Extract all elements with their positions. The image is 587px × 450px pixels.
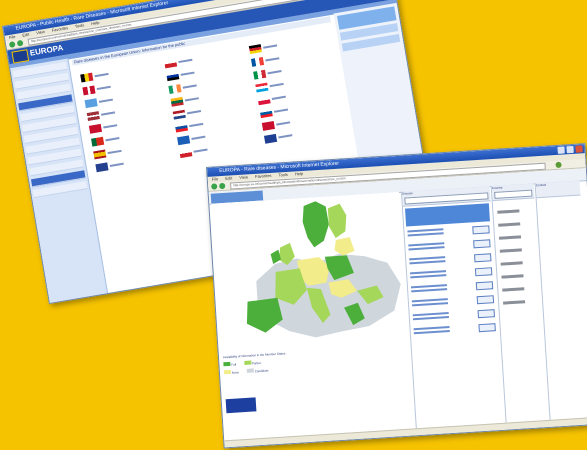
cell-value — [498, 235, 522, 240]
info-button[interactable] — [475, 281, 494, 291]
list-item[interactable] — [410, 267, 493, 282]
info-button[interactable] — [474, 267, 493, 277]
menu-file[interactable]: File — [212, 176, 219, 181]
europe-map[interactable] — [211, 191, 409, 352]
close-icon[interactable] — [575, 145, 583, 153]
cell-value — [503, 300, 526, 305]
disease-column: Disease — [400, 186, 506, 436]
list-item[interactable] — [412, 309, 495, 324]
legend-item: Full — [223, 361, 236, 368]
country-select[interactable] — [494, 189, 533, 199]
menu-help[interactable]: Help — [295, 171, 304, 177]
list-item[interactable] — [413, 323, 496, 338]
legend-swatch — [243, 360, 252, 365]
column-header: Contact — [535, 180, 581, 199]
info-button[interactable] — [472, 225, 490, 235]
legend-swatch — [246, 368, 255, 373]
cell-value — [499, 248, 522, 253]
column-header: Country — [491, 183, 535, 202]
menu-edit[interactable]: Edit — [225, 175, 232, 180]
browser-window-front[interactable]: EUROPA - Rare diseases - Microsoft Inter… — [206, 143, 587, 449]
europe-map-graphic — [211, 191, 409, 352]
back-icon[interactable] — [211, 183, 218, 190]
legend-swatch — [223, 369, 232, 375]
legend-item: None — [223, 369, 239, 375]
status-bar — [224, 416, 587, 448]
minimize-icon[interactable] — [557, 146, 565, 154]
map-legend: Availability of information in the Membe… — [223, 344, 411, 396]
cell-value — [501, 274, 524, 279]
go-icon[interactable] — [555, 161, 562, 169]
legend-swatch — [223, 361, 231, 367]
list-item[interactable] — [411, 295, 495, 310]
cell-value — [498, 222, 521, 227]
selected-entry[interactable] — [405, 203, 490, 227]
legend-item: Candidate — [246, 367, 269, 373]
info-button[interactable] — [476, 295, 495, 305]
cell-value — [497, 209, 520, 214]
list-item[interactable] — [407, 225, 490, 240]
menu-tools[interactable]: Tools — [278, 172, 288, 178]
info-button[interactable] — [474, 253, 492, 263]
menu-view[interactable]: View — [239, 174, 248, 180]
back-icon[interactable] — [8, 41, 16, 49]
legend-item: Partial — [243, 360, 261, 366]
list-item[interactable] — [409, 253, 492, 268]
info-button[interactable] — [473, 239, 491, 249]
list-item[interactable] — [408, 239, 491, 254]
forward-icon[interactable] — [219, 182, 226, 190]
info-button[interactable] — [478, 323, 496, 333]
forward-icon[interactable] — [16, 39, 24, 47]
info-button[interactable] — [477, 309, 495, 319]
cell-value — [500, 261, 523, 266]
maximize-icon[interactable] — [566, 145, 574, 154]
eu-flag-icon — [225, 397, 257, 414]
cell-value — [502, 287, 525, 292]
list-item[interactable] — [410, 281, 494, 296]
